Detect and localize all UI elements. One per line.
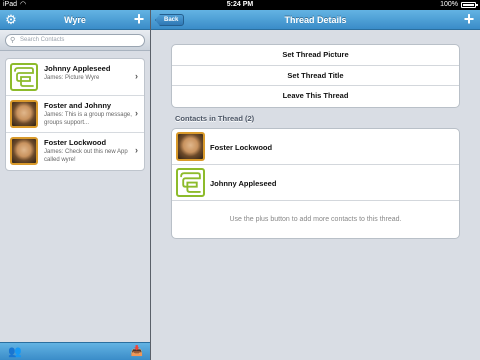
status-bar: iPad ◠ 5:24 PM 100% <box>0 0 480 10</box>
app-logo-avatar <box>10 63 38 91</box>
person-photo-avatar <box>176 132 205 161</box>
search-icon: ⚲ <box>10 37 16 44</box>
wyre-logo-icon <box>14 67 34 87</box>
conversation-name: Foster Lockwood <box>44 138 107 147</box>
search-input[interactable]: ⚲ Search Contacts <box>5 34 145 47</box>
wyre-logo-icon <box>180 172 201 193</box>
conversation-item[interactable]: Foster Lockwood James: Check out this ne… <box>6 133 144 170</box>
chevron-right-icon: › <box>135 108 138 118</box>
person-photo-avatar <box>10 100 38 128</box>
conversation-name: Foster and Johnny <box>44 101 112 110</box>
conversation-preview: James: Picture Wyre <box>44 75 100 81</box>
thread-contacts-group: Foster Lockwood Johnny Appleseed Use the… <box>171 128 460 239</box>
settings-gear-icon[interactable]: ⚙ <box>4 13 18 27</box>
thread-details-pane: Back Thread Details + Set Thread Picture… <box>151 10 480 360</box>
contact-name: Johnny Appleseed <box>210 179 277 188</box>
conversation-name: Johnny Appleseed <box>44 64 111 73</box>
app-logo-avatar <box>176 168 205 197</box>
contact-row[interactable]: Foster Lockwood <box>172 129 459 165</box>
people-icon[interactable]: 👥 <box>8 346 22 358</box>
conversations-pane: ⚙ Wyre + ⚲ Search Contacts Johnny Apples… <box>0 10 150 360</box>
battery-icon <box>461 2 478 8</box>
search-placeholder: Search Contacts <box>20 37 65 43</box>
chevron-right-icon: › <box>135 145 138 155</box>
new-conversation-plus-icon[interactable]: + <box>132 10 146 28</box>
clock: 5:24 PM <box>226 1 254 8</box>
back-button[interactable]: Back <box>155 14 185 26</box>
add-contacts-hint: Use the plus button to add more contacts… <box>229 216 402 223</box>
contact-row[interactable]: Johnny Appleseed <box>172 165 459 201</box>
search-bar: ⚲ Search Contacts <box>0 30 150 51</box>
conversation-preview: James: This is a group message, groups s… <box>44 112 132 126</box>
left-nav-bar: ⚙ Wyre + <box>0 10 150 30</box>
contact-name: Foster Lockwood <box>210 143 273 152</box>
conversation-preview: James: Check out this new App called wyr… <box>44 149 128 163</box>
chevron-right-icon: › <box>135 71 138 81</box>
inbox-tray-icon[interactable]: 📥 <box>131 346 143 358</box>
contacts-section-header: Contacts in Thread (2) <box>175 114 255 123</box>
app-title: Wyre <box>64 15 86 25</box>
conversation-item[interactable]: Foster and Johnny James: This is a group… <box>6 96 144 133</box>
conversation-item[interactable]: Johnny Appleseed James: Picture Wyre › <box>6 59 144 96</box>
conversation-list: Johnny Appleseed James: Picture Wyre › F… <box>5 58 145 171</box>
right-nav-bar: Back Thread Details + <box>151 10 480 30</box>
left-toolbar: 👥 📥 <box>0 342 150 360</box>
battery-percent: 100% <box>440 1 458 8</box>
leave-thread-button[interactable]: Leave This Thread <box>172 86 459 107</box>
add-contact-plus-icon[interactable]: + <box>462 10 476 28</box>
thread-actions-group: Set Thread Picture Set Thread Title Leav… <box>171 44 460 108</box>
page-title: Thread Details <box>284 15 347 25</box>
set-thread-picture-button[interactable]: Set Thread Picture <box>172 45 459 66</box>
person-photo-avatar <box>10 137 38 165</box>
set-thread-title-button[interactable]: Set Thread Title <box>172 66 459 87</box>
